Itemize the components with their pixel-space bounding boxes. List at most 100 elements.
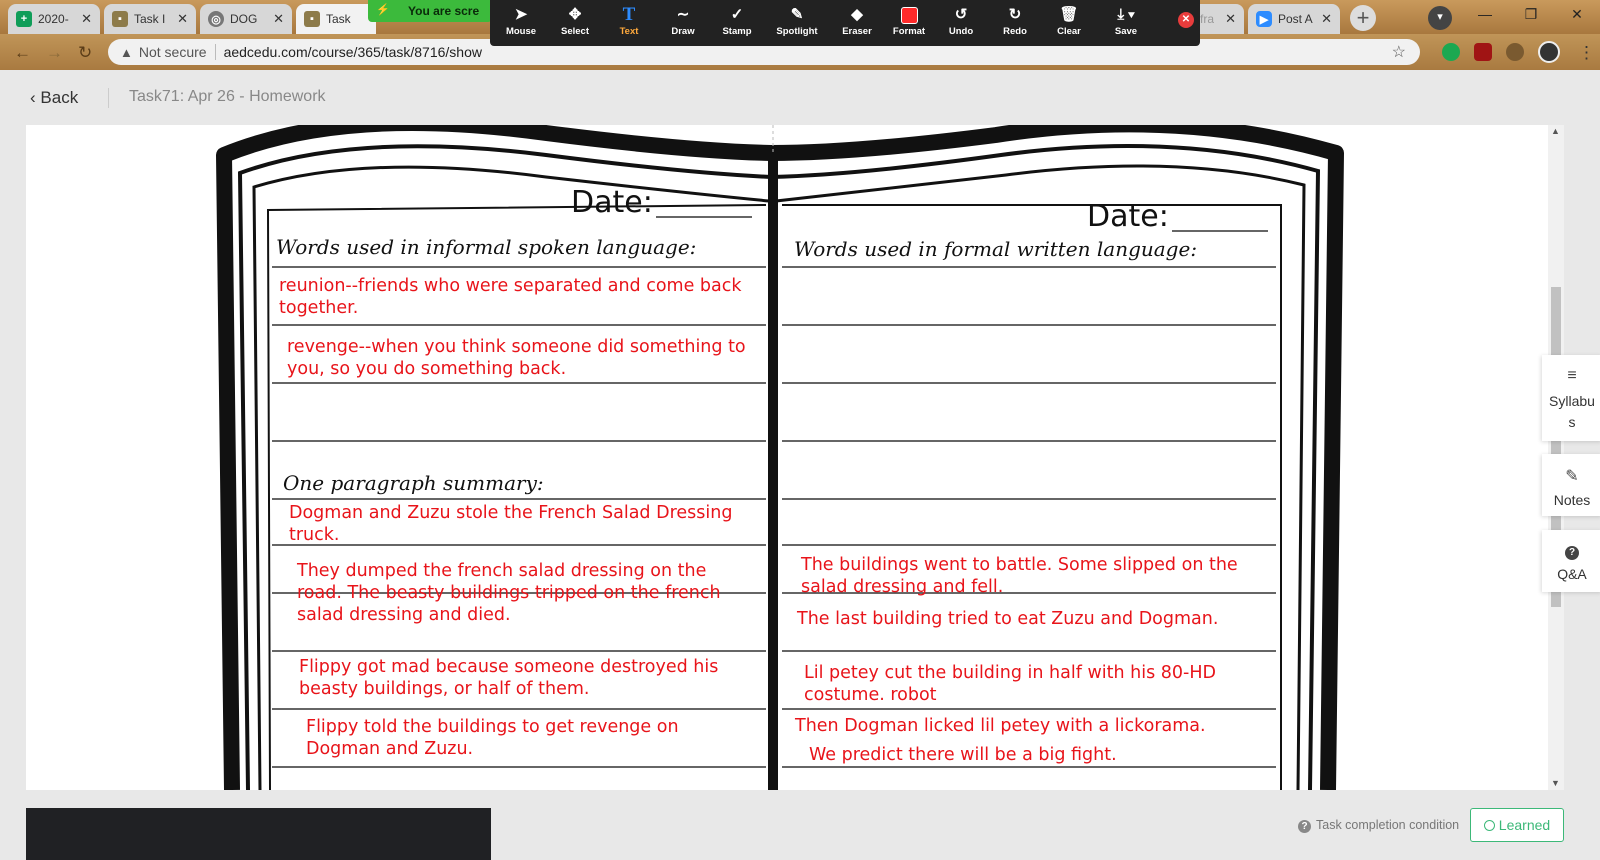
text-icon: T <box>622 4 636 25</box>
notes-label: Notes <box>1553 492 1591 508</box>
question-icon: ? <box>1565 546 1579 560</box>
cursor-icon: ➤ <box>514 6 528 23</box>
browser-tab[interactable]: ▶ Post A ✕ <box>1248 4 1340 34</box>
browser-tab[interactable]: + 2020- ✕ <box>8 4 100 34</box>
tool-label: Select <box>561 26 589 37</box>
book-frame-drawing <box>216 125 1344 790</box>
tool-label: Text <box>619 26 639 37</box>
task-completion-info[interactable]: ? Task completion condition <box>1298 818 1459 833</box>
draw-tool-button[interactable]: ∼ Draw <box>658 0 708 46</box>
browser-tab-active[interactable]: ▪ Task <box>296 4 376 34</box>
back-arrow-icon[interactable]: ← <box>14 43 31 63</box>
close-tab-icon[interactable]: ✕ <box>1321 11 1332 27</box>
redo-button[interactable]: ↻ Redo <box>990 0 1040 46</box>
chevron-left-icon: ‹ <box>30 88 36 107</box>
summary-entry[interactable]: We predict there will be a big fight. <box>809 744 1117 766</box>
vocab-entry[interactable]: revenge--when you think someone did some… <box>287 336 746 380</box>
restore-icon[interactable]: ❐ <box>1508 0 1554 30</box>
syllabus-label: Syllabus <box>1549 393 1595 430</box>
back-label: Back <box>40 88 79 107</box>
back-button[interactable]: ‹ Back <box>30 88 78 108</box>
save-button[interactable]: ⤓ ▾ Save <box>1098 0 1154 46</box>
summary-entry[interactable]: Then Dogman licked lil petey with a lick… <box>795 715 1206 737</box>
informal-heading: Words used in informal spoken language: <box>276 235 697 259</box>
share-banner-text: You are scre <box>408 4 480 18</box>
task-header: ‹ Back Task71: Apr 26 - Homework <box>0 70 1600 126</box>
extensions-puzzle-icon[interactable] <box>1506 43 1524 61</box>
notes-button[interactable]: ✎ Notes <box>1542 454 1600 516</box>
scroll-down-icon[interactable]: ▼ <box>1551 778 1560 788</box>
qa-label: Q&A <box>1557 566 1587 582</box>
url-host: aedcedu.com <box>223 44 308 60</box>
qa-button[interactable]: ? Q&A <box>1542 530 1600 592</box>
redo-icon: ↻ <box>1008 6 1022 23</box>
clear-button[interactable]: 🗑 Clear <box>1044 0 1094 46</box>
browser-tab[interactable]: ▪ Task I ✕ <box>104 4 196 34</box>
stamp-tool-button[interactable]: ✓ Stamp <box>712 0 762 46</box>
tab-search-icon[interactable]: ▾ <box>1428 6 1452 30</box>
new-tab-button[interactable]: + <box>1350 5 1376 31</box>
globe-icon: ◎ <box>208 11 224 27</box>
undo-button[interactable]: ↺ Undo <box>936 0 986 46</box>
bookmark-star-icon[interactable]: ☆ <box>1392 42 1406 62</box>
forward-arrow-icon[interactable]: → <box>46 43 63 63</box>
close-tab-icon[interactable]: ✕ <box>273 11 284 27</box>
tab-label: Post A <box>1278 12 1313 26</box>
close-tab-icon[interactable]: ✕ <box>81 11 92 27</box>
syllabus-button[interactable]: ≡ Syllabus <box>1542 355 1600 441</box>
screen-share-banner[interactable]: You are scre <box>368 0 492 22</box>
video-preview-panel <box>26 808 491 860</box>
window-close-icon[interactable]: ✕ <box>1554 0 1600 30</box>
tool-label: Save <box>1114 26 1138 37</box>
formal-heading: Words used in formal written language: <box>794 237 1198 261</box>
tool-label: Spotlight <box>776 26 818 37</box>
minimize-icon[interactable]: — <box>1462 0 1508 30</box>
summary-entry[interactable]: Dogman and Zuzu stole the French Salad D… <box>289 502 732 546</box>
summary-entry[interactable]: They dumped the french salad dressing on… <box>297 560 721 626</box>
summary-entry[interactable]: The buildings went to battle. Some slipp… <box>801 554 1238 598</box>
header-divider <box>108 88 109 108</box>
warning-icon[interactable]: ▲ <box>120 45 133 60</box>
check-icon: ✓ <box>730 6 744 23</box>
tab-label: fra <box>1200 12 1215 26</box>
color-swatch-icon <box>900 7 918 24</box>
close-toolbar-icon[interactable]: ✕ <box>1178 12 1194 28</box>
summary-entry[interactable]: Flippy told the buildings to get revenge… <box>306 716 679 760</box>
tab-label: Task I <box>134 12 166 26</box>
eraser-tool-button[interactable]: ◆ Eraser <box>832 0 882 46</box>
tool-label: Redo <box>1003 26 1027 37</box>
pencil-icon: ✎ <box>1565 468 1579 485</box>
undo-icon: ↺ <box>954 6 968 23</box>
close-tab-icon[interactable]: ✕ <box>1225 11 1236 27</box>
format-tool-button[interactable]: Format <box>884 0 934 46</box>
spotlight-tool-button[interactable]: ✎ Spotlight <box>766 0 828 46</box>
tab-label: 2020- <box>38 12 69 26</box>
summary-entry[interactable]: Lil petey cut the building in half with … <box>804 662 1216 706</box>
site-favicon-icon: ▪ <box>304 11 320 27</box>
left-date-label: Date: <box>571 185 653 220</box>
summary-heading: One paragraph summary: <box>283 471 544 495</box>
summary-entry[interactable]: Flippy got mad because someone destroyed… <box>299 656 718 700</box>
select-tool-button[interactable]: ✥ Select <box>550 0 600 46</box>
mouse-tool-button[interactable]: ➤ Mouse <box>496 0 546 46</box>
reload-icon[interactable]: ↻ <box>78 43 92 63</box>
ublock-icon[interactable] <box>1474 43 1492 61</box>
summary-entry[interactable]: The last building tried to eat Zuzu and … <box>797 608 1218 630</box>
vocab-entry[interactable]: reunion--friends who were separated and … <box>279 275 742 319</box>
zoom-favicon-icon: ▶ <box>1256 11 1272 27</box>
scroll-up-icon[interactable]: ▲ <box>1551 126 1560 136</box>
profile-avatar[interactable] <box>1538 41 1560 63</box>
learned-button[interactable]: Learned <box>1470 808 1564 842</box>
extension-icon[interactable] <box>1442 43 1460 61</box>
close-tab-icon[interactable]: ✕ <box>177 11 188 27</box>
tool-label: Stamp <box>722 26 752 37</box>
security-status: Not secure <box>138 44 207 60</box>
document-viewer[interactable]: Date: Date: Words used in informal spoke… <box>26 125 1548 790</box>
browser-tab[interactable]: ◎ DOG ✕ <box>200 4 292 34</box>
circle-icon <box>1483 820 1495 831</box>
right-date-label: Date: <box>1087 199 1169 234</box>
spotlight-icon: ✎ <box>790 6 804 23</box>
page-title: Task71: Apr 26 - Homework <box>129 88 326 105</box>
text-tool-button[interactable]: T Text <box>604 0 654 46</box>
more-menu-icon[interactable]: ⋮ <box>1578 43 1595 63</box>
